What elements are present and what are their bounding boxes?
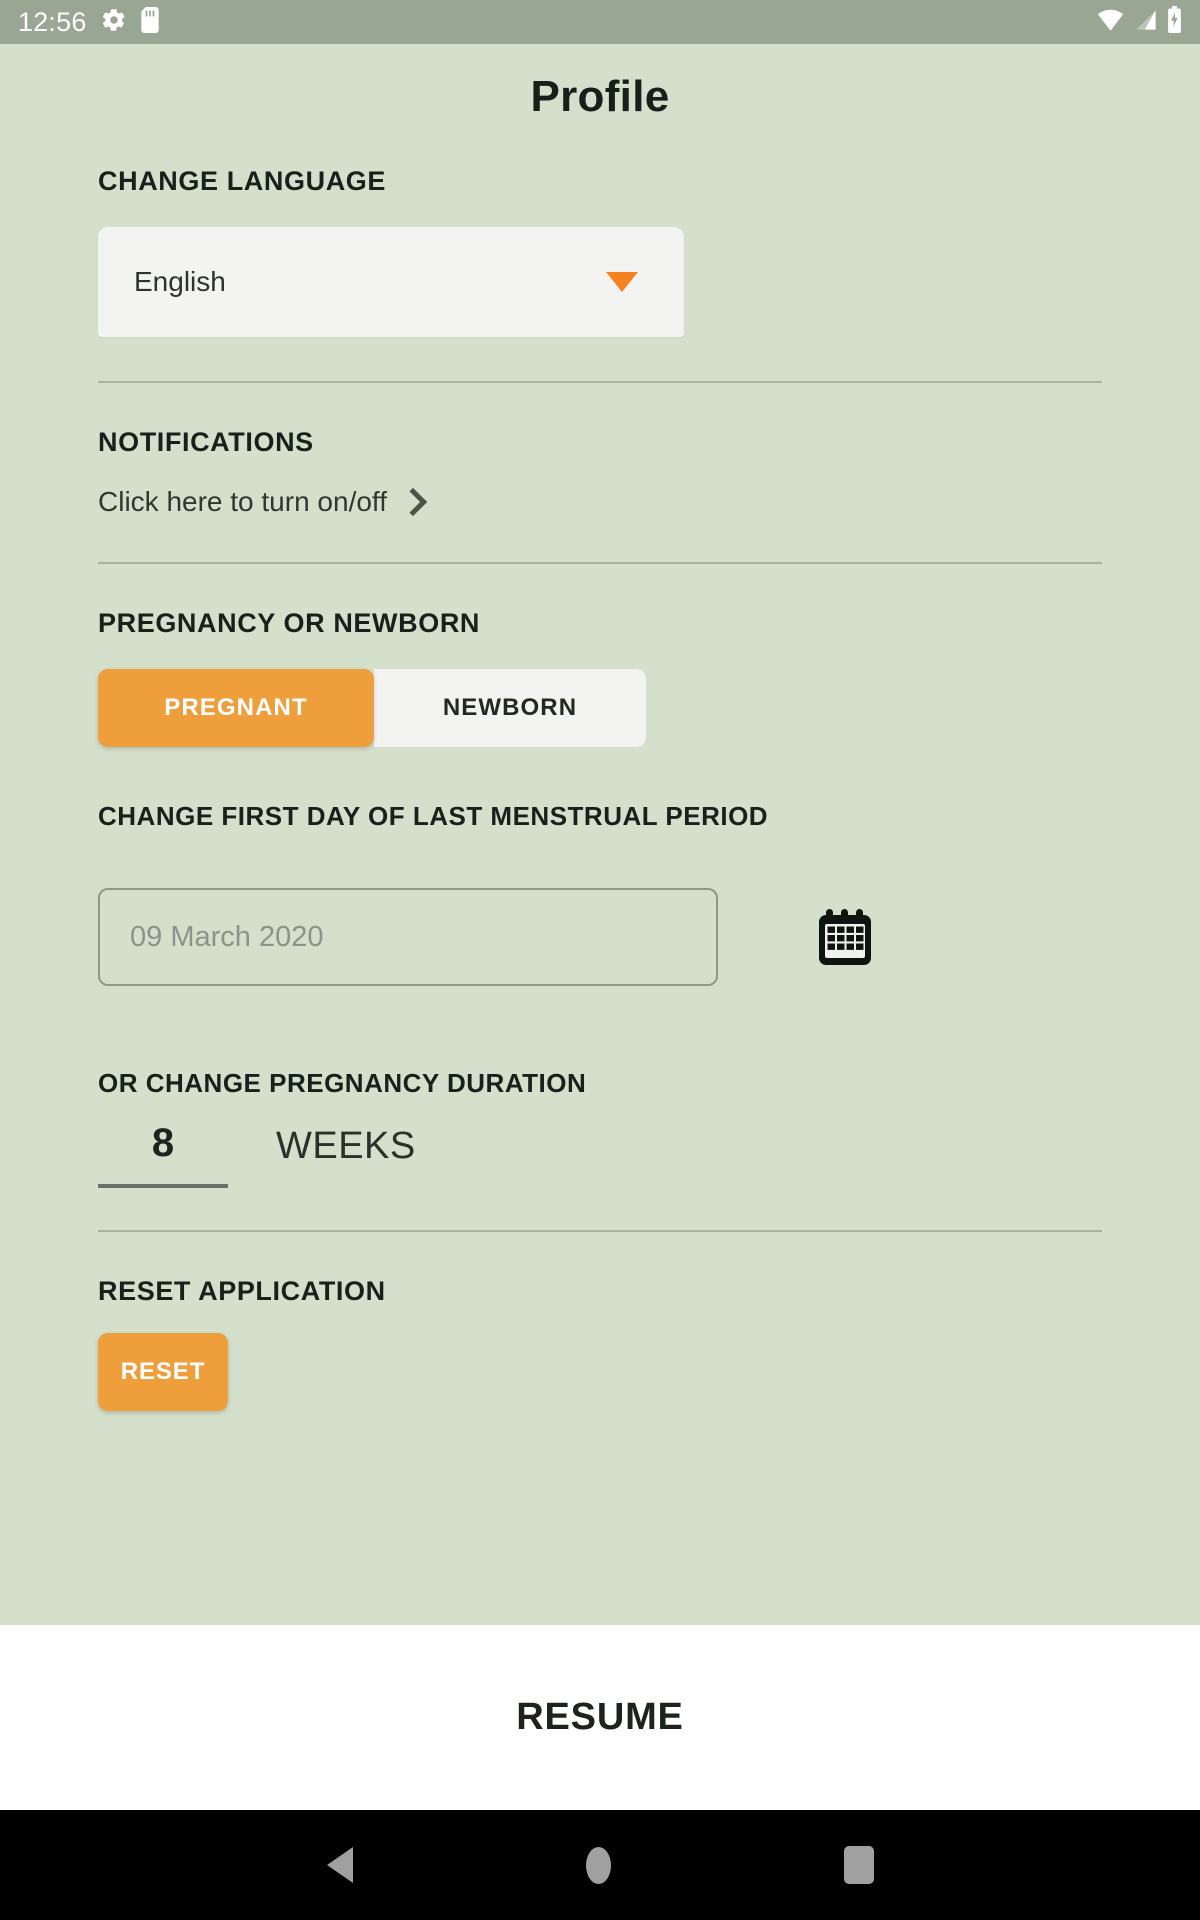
notifications-action-text: Click here to turn on/off <box>98 486 387 517</box>
lmp-date-label: CHANGE FIRST DAY OF LAST MENSTRUAL PERIO… <box>98 801 769 831</box>
duration-weeks-value: 8 <box>151 1121 175 1165</box>
lmp-date-value: 09 March 2020 <box>130 920 324 953</box>
home-nav-icon[interactable] <box>585 1846 611 1884</box>
page-title: Profile <box>530 72 670 121</box>
cellular-signal-icon <box>1134 8 1158 37</box>
pregnancy-section-label: PREGNANCY OR NEWBORN <box>98 608 481 638</box>
lmp-date-input[interactable]: 09 March 2020 <box>98 888 718 986</box>
chevron-right-icon <box>398 487 428 517</box>
pregnancy-section: PREGNANCY OR NEWBORN PREGNANT NEWBORN CH… <box>98 518 1102 1188</box>
sd-card-icon <box>140 6 159 38</box>
duration-label: OR CHANGE PREGNANCY DURATION <box>98 1068 587 1098</box>
duration-unit-label: WEEKS <box>276 1125 416 1167</box>
android-navigation-bar <box>0 1810 1200 1920</box>
battery-charging-icon <box>1167 6 1182 38</box>
toggle-option-pregnant[interactable]: PREGNANT <box>98 669 374 747</box>
notifications-section-label: NOTIFICATIONS <box>98 427 314 457</box>
gear-icon <box>101 7 127 38</box>
language-section-label: CHANGE LANGUAGE <box>98 166 387 196</box>
duration-weeks-input[interactable]: 8 <box>98 1121 228 1188</box>
profile-content: Profile CHANGE LANGUAGE English NOTIFICA… <box>0 44 1200 1625</box>
calendar-icon <box>819 909 871 965</box>
chevron-down-icon <box>606 272 638 292</box>
pregnancy-duration-section: OR CHANGE PREGNANCY DURATION 8 WEEKS <box>98 1068 1102 1188</box>
duration-row: 8 WEEKS <box>98 1121 1102 1188</box>
notifications-toggle-link[interactable]: Click here to turn on/off <box>98 486 1102 518</box>
status-bar-clock: 12:56 <box>18 6 87 37</box>
wifi-icon <box>1096 8 1125 37</box>
status-bar-left: 12:56 <box>18 6 159 38</box>
pregnancy-newborn-toggle: PREGNANT NEWBORN <box>98 669 646 747</box>
calendar-picker-button[interactable] <box>814 904 876 970</box>
status-bar: 12:56 <box>0 0 1200 44</box>
notifications-section: NOTIFICATIONS Click here to turn on/off <box>98 337 1102 518</box>
language-selected-value: English <box>134 266 226 297</box>
language-section: CHANGE LANGUAGE English <box>98 166 1102 337</box>
reset-section-label: RESET APPLICATION <box>98 1276 386 1306</box>
toggle-option-newborn[interactable]: NEWBORN <box>374 669 646 747</box>
status-bar-right <box>1096 6 1182 38</box>
resume-label: RESUME <box>516 1696 684 1738</box>
language-select[interactable]: English <box>98 227 684 337</box>
app-screen: 12:56 Profile CHANGE LANGUAGE English NO… <box>0 0 1200 1920</box>
divider-duration <box>98 1230 1102 1232</box>
recents-nav-icon[interactable] <box>843 1846 874 1884</box>
reset-button[interactable]: RESET <box>98 1333 228 1411</box>
back-nav-icon[interactable] <box>326 1847 353 1883</box>
lmp-date-row: 09 March 2020 <box>98 888 1102 986</box>
reset-section: RESET APPLICATION RESET <box>98 1188 1102 1411</box>
resume-bar[interactable]: RESUME <box>0 1625 1200 1810</box>
